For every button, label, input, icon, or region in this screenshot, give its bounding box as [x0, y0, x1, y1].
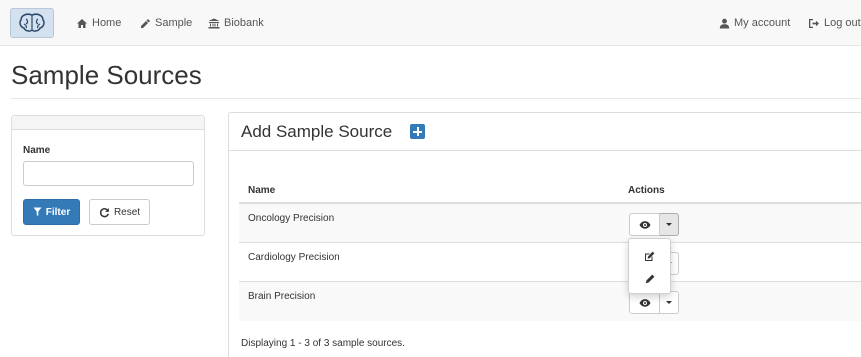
refresh-icon [99, 207, 109, 217]
sample-source-name: Brain Precision [248, 291, 316, 302]
user-icon [719, 18, 730, 28]
nav-account-label: My account [734, 17, 791, 29]
panel-heading: Add Sample Source [229, 113, 861, 151]
plus-square-icon[interactable] [410, 124, 425, 139]
name-filter-input[interactable] [23, 161, 194, 186]
filter-panel: Name Filter Reset [11, 115, 205, 236]
caret-down-icon [666, 223, 672, 226]
title-divider [11, 98, 861, 99]
table-row: Brain Precision [239, 282, 861, 321]
home-icon [77, 18, 87, 28]
table-row: Oncology Precision [239, 204, 861, 243]
page-title: Sample Sources [11, 60, 202, 90]
actions-button-group [629, 213, 679, 236]
reset-button-label: Reset [113, 206, 141, 218]
nav-home[interactable]: Home [76, 0, 121, 46]
nav-logout-label: Log out [824, 17, 861, 29]
bank-icon [208, 18, 220, 28]
reset-button[interactable]: Reset [89, 199, 150, 225]
pencil-icon [645, 274, 654, 284]
panel-title: Add Sample Source [241, 122, 393, 141]
nav-my-account[interactable]: My account [719, 0, 790, 46]
edit-icon [645, 251, 655, 261]
filter-panel-heading [12, 116, 204, 130]
name-filter-label: Name [23, 145, 51, 156]
sample-source-name: Oncology Precision [248, 213, 335, 224]
nav-home-label: Home [92, 17, 122, 29]
pagination-summary: Displaying 1 - 3 of 3 sample sources. [241, 338, 405, 349]
nav-log-out[interactable]: Log out [808, 0, 861, 46]
eye-icon [639, 298, 650, 307]
brain-icon [19, 13, 45, 32]
view-button[interactable] [629, 291, 660, 314]
actions-dropdown-toggle[interactable] [660, 213, 679, 236]
filter-button[interactable]: Filter [23, 199, 80, 225]
sample-sources-panel: Add Sample Source Name Actions Oncology … [228, 112, 861, 357]
filter-icon [33, 207, 42, 216]
actions-dropdown-menu [628, 238, 671, 294]
logout-icon [809, 18, 819, 28]
view-button[interactable] [629, 213, 660, 236]
column-header-actions: Actions [628, 185, 665, 196]
eyedropper-icon [141, 18, 150, 28]
caret-down-icon [666, 301, 672, 304]
filter-button-label: Filter [45, 206, 71, 218]
dropdown-item-pencil[interactable] [629, 268, 670, 290]
actions-dropdown-toggle[interactable] [660, 291, 679, 314]
nav-biobank-label: Biobank [224, 17, 264, 29]
table-row: Cardiology Precision [239, 243, 861, 282]
brand-logo[interactable] [10, 8, 54, 38]
nav-sample[interactable]: Sample [140, 0, 192, 46]
sample-source-name: Cardiology Precision [248, 252, 340, 263]
column-header-name: Name [248, 185, 276, 196]
eye-icon [639, 220, 650, 229]
actions-button-group [629, 291, 679, 314]
navbar: Home Sample Biobank My account Log out [0, 0, 861, 46]
nav-biobank[interactable]: Biobank [208, 0, 264, 46]
nav-sample-label: Sample [155, 17, 193, 29]
dropdown-item-edit[interactable] [629, 245, 670, 267]
